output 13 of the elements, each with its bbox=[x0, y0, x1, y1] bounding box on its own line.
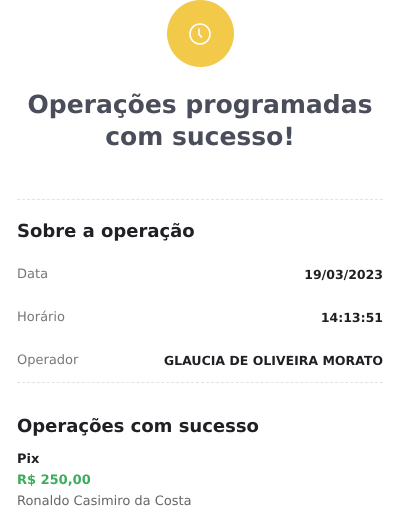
operation-type: Pix bbox=[17, 451, 40, 469]
section-heading: Operações com sucesso bbox=[17, 415, 260, 439]
operation-amount: R$ 250,00 bbox=[17, 472, 91, 490]
field-value: 19/03/2023 bbox=[304, 267, 383, 282]
field-label: Horário bbox=[17, 310, 65, 325]
clock-icon bbox=[188, 22, 212, 46]
recipient-name: Ronaldo Casimiro da Costa bbox=[17, 493, 192, 511]
section-heading: Sobre a operação bbox=[17, 220, 196, 244]
success-title: Operações programadas com sucesso! bbox=[26, 89, 374, 153]
field-value: 14:13:51 bbox=[320, 310, 383, 325]
field-value: GLAUCIA DE OLIVEIRA MORATO bbox=[164, 353, 383, 368]
field-label: Data bbox=[17, 267, 48, 282]
field-label: Operador bbox=[17, 353, 78, 368]
